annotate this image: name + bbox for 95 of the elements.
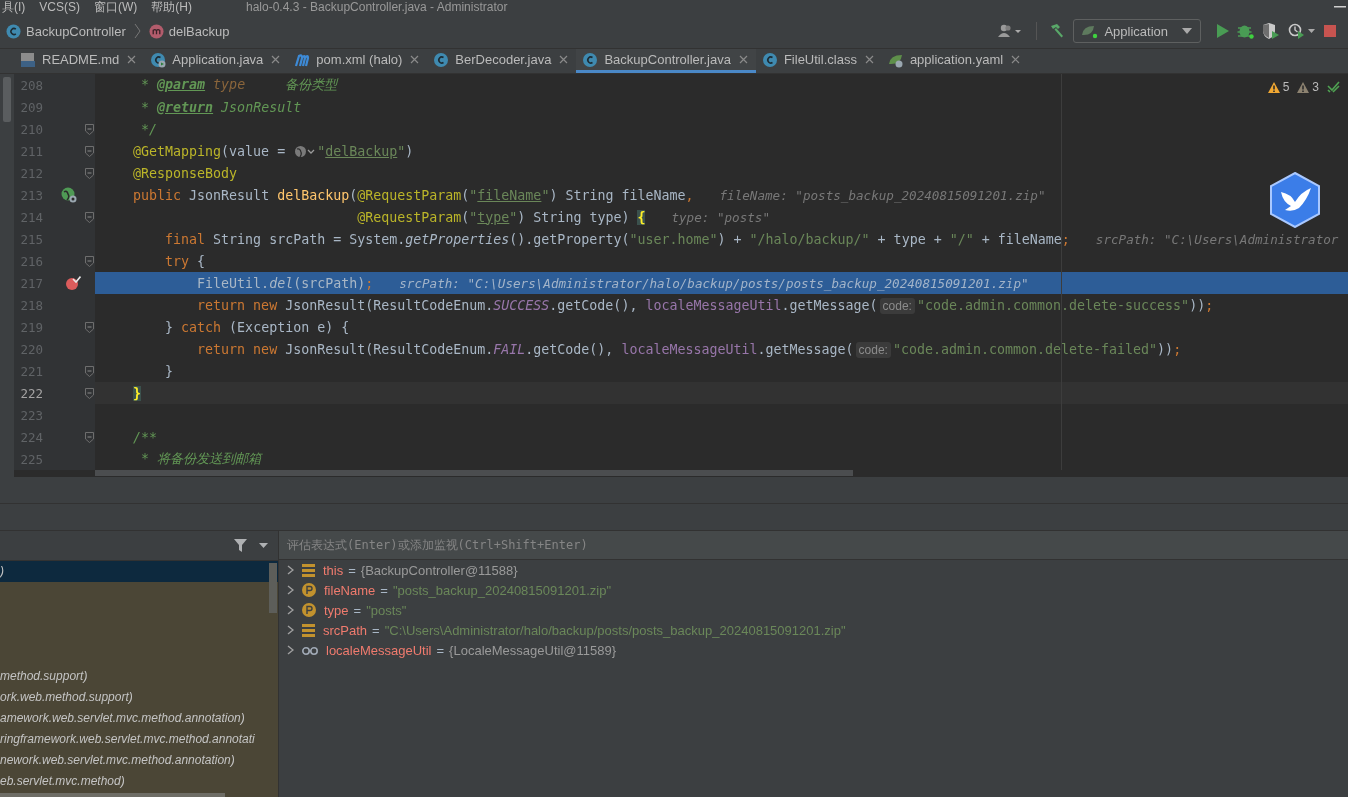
editor-tab[interactable]: Application.java [144,49,289,73]
code-text: return new JsonResult(ResultCodeEnum.SUCCESS.getCode(), localeMessageUtil.getMessage( code: "code.admin.common.delete-success")); [196,297,1214,313]
inline-debug-value: srcPath: "C:\Users\Administrator/halo/backup/posts/posts_backup_20240815091201.zip" [399,275,1029,291]
caret-icon[interactable] [259,543,268,548]
profiler-icon[interactable] [1288,23,1316,39]
variable-entry[interactable]: type = "posts" [324,602,407,618]
editor-tab[interactable]: README.md [14,49,145,73]
editor-tab[interactable]: application.yaml [881,49,1029,73]
code-text: return new JsonResult(ResultCodeEnum.FAIL.getCode(), localeMessageUtil.getMessage( code: "code.admin.common.delete-failed")); [196,341,1182,357]
code-text: * @return JsonResult [140,99,302,115]
code-text: @ResponseBody [132,165,238,181]
breadcrumb-item[interactable]: delBackup [148,23,230,39]
close-icon[interactable] [127,55,137,64]
bird-hexagon-icon[interactable] [1269,172,1321,228]
fold-icon[interactable] [84,365,94,377]
stack-frame[interactable]: eb.servlet.mvc.method) [0,771,278,792]
close-icon[interactable] [410,55,420,64]
code-text: @RequestParam("type") String type) { [356,209,646,225]
field-icon [302,563,315,577]
fold-icon[interactable] [84,167,94,179]
editor-tab[interactable]: FileUtil.class [755,49,882,73]
class-icon [761,51,780,68]
method-icon [148,23,164,39]
editor-tab[interactable]: BerDecoder.java [427,49,577,73]
code-text: public JsonResult delBackup(@RequestParam("fileName") String fileName, [132,187,694,203]
globe-icon[interactable] [294,144,317,158]
stack-frame[interactable]: ringframework.web.servlet.mvc.method.annotati [0,729,278,750]
code-text: @GetMapping(value = [132,143,287,159]
breakpoint-icon[interactable] [65,275,81,291]
stack-frame[interactable]: nework.web.servlet.mvc.method.annotation) [0,750,278,771]
markdown-icon [20,51,38,68]
filter-icon[interactable] [234,539,247,552]
fold-icon[interactable] [84,387,94,399]
scrollbar-thumb[interactable] [269,563,277,613]
fold-icon[interactable] [84,123,94,135]
variable-entry[interactable]: this = {BackupController@11588} [323,562,518,578]
class-icon [6,23,21,39]
code-text: } catch (Exception e) { [164,319,350,335]
close-icon[interactable] [1011,55,1021,64]
field-icon [302,623,315,637]
variable-entry[interactable]: fileName = "posts_backup_20240815091201.zip" [324,582,612,598]
scrollbar-thumb[interactable] [95,470,853,476]
inline-debug-value: fileName: "posts_backup_20240815091201.zip" [719,187,1046,203]
evaluate-expression-field[interactable]: 评估表达式(Enter)或添加监视(Ctrl+Shift+Enter) [279,531,1348,560]
scrollbar-thumb[interactable] [0,793,225,797]
code-text: * @param type 备份类型 [140,76,338,94]
close-icon[interactable] [864,55,874,64]
variable-entry[interactable]: srcPath = "C:\Users\Administrator/halo/backup/posts/posts_backup_20240815091201.zip" [323,622,846,638]
code-text: } [164,363,174,379]
caret-icon [1182,28,1192,34]
code-text: * 将备份发送到邮箱 [140,450,262,468]
fold-icon[interactable] [84,321,94,333]
code-text: } [132,385,142,401]
bug-icon[interactable] [1237,23,1254,39]
chevron-icon [133,23,141,39]
parameter-icon [302,583,316,597]
inline-debug-value: srcPath: "C:\Users\Administrator [1095,231,1339,247]
line-number: 222 [19,385,43,401]
close-icon[interactable] [738,55,748,64]
stack-frame[interactable]: ork.web.method.support) [0,687,278,708]
menu-item[interactable]: 具(I) [2,0,26,16]
fold-icon[interactable] [84,431,94,443]
hammer-icon[interactable] [1049,23,1066,39]
scrollbar-thumb[interactable] [3,77,11,122]
inline-debug-value: type: "posts" [671,209,771,225]
menu-item[interactable]: VCS(S) [39,0,80,14]
stack-frame[interactable]: amework.web.servlet.mvc.method.annotation) [0,708,278,729]
close-icon[interactable] [559,55,569,64]
coverage-icon[interactable] [1262,23,1280,39]
editor-tab[interactable]: BackupController.java [576,49,756,73]
variable-entry[interactable]: localeMessageUtil = {LocaleMessageUtil@11589} [326,642,616,658]
code-text: try { [164,253,206,269]
breadcrumb-item[interactable]: BackupController [6,23,126,39]
fold-icon[interactable] [84,211,94,223]
menu-item[interactable]: 帮助(H) [151,0,192,16]
fold-icon[interactable] [84,255,94,267]
window-title: halo-0.4.3 - BackupController.java - Administrator [246,0,508,14]
run-configuration-dropdown[interactable]: Application [1073,19,1201,43]
fold-icon[interactable] [84,145,94,157]
close-icon[interactable] [271,55,281,64]
check-icon[interactable] [1327,81,1340,93]
warning-count[interactable]: 5 [1267,80,1290,94]
code-text: /** [132,429,158,445]
code-text: final String srcPath = System.getProperties().getProperty("user.home") + "/halo/backup/" + type + "/" + fileName; [164,231,1070,247]
code-text: FileUtil.del(srcPath); [196,275,374,291]
minimize-icon[interactable] [1334,5,1346,9]
parameter-icon [302,603,316,617]
globe-icon[interactable] [61,187,77,203]
code-text: */ [140,121,158,137]
stack-frame[interactable]: method.support) [0,666,278,687]
menu-item[interactable]: 窗口(W) [94,0,138,16]
glasses-icon [302,645,318,655]
run-icon[interactable] [1217,24,1229,38]
editor-tab[interactable]: pom.xml (halo) [288,49,428,73]
code-text: "delBackup") [317,143,414,159]
